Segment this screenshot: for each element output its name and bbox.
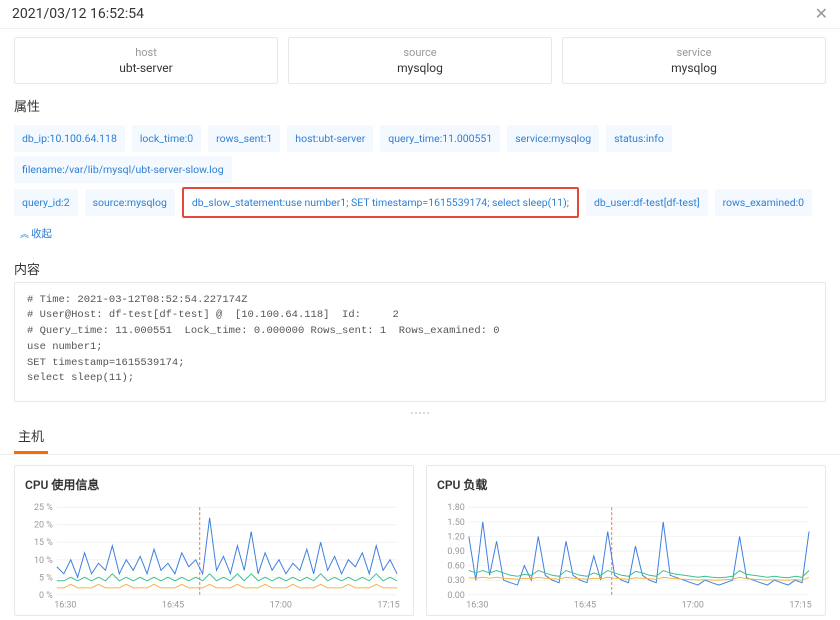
svg-text:0.60: 0.60 — [447, 561, 464, 571]
collapse-toggle[interactable]: ︽收起 — [20, 222, 52, 246]
chart-title: CPU 使用信息 — [25, 476, 403, 493]
page-timestamp: 2021/03/12 16:52:54 — [12, 6, 144, 22]
chart-cpu-usage: CPU 使用信息 0 % 5 % 10 % 15 % 20 % 25 % 16:30 16:4… — [14, 465, 414, 616]
host-label: host — [15, 46, 277, 59]
chart-svg: 0 % 5 % 10 % 15 % 20 % 25 % 16:30 16:45 17:00 17:… — [25, 501, 403, 611]
svg-text:16:45: 16:45 — [162, 600, 184, 610]
tag[interactable]: host:ubt-server — [287, 125, 373, 152]
collapse-label: 收起 — [31, 227, 52, 240]
tab-host[interactable]: 主机 — [14, 420, 48, 454]
svg-text:17:00: 17:00 — [270, 600, 292, 610]
tag[interactable]: db_ip:10.100.64.118 — [14, 125, 125, 152]
svg-text:15 %: 15 % — [34, 538, 53, 548]
tag[interactable]: query_id:2 — [14, 189, 78, 216]
svg-text:16:45: 16:45 — [574, 600, 596, 610]
tag[interactable]: db_user:df-test[df-test] — [586, 189, 708, 216]
resize-handle[interactable] — [405, 412, 435, 416]
tag[interactable]: rows_examined:0 — [715, 189, 812, 216]
svg-text:16:30: 16:30 — [466, 600, 488, 610]
svg-text:1.50: 1.50 — [447, 518, 464, 528]
tag[interactable]: filename:/var/lib/mysql/ubt-server-slow.… — [14, 156, 232, 183]
chevron-up-icon: ︽ — [20, 230, 29, 240]
svg-text:1.80: 1.80 — [447, 503, 464, 513]
svg-text:0.30: 0.30 — [447, 576, 464, 586]
highlighted-tag[interactable]: db_slow_statement:use number1; SET times… — [182, 187, 579, 218]
svg-text:20 %: 20 % — [34, 520, 53, 530]
tag[interactable]: source:mysqlog — [85, 189, 175, 216]
tag[interactable]: lock_time:0 — [132, 125, 201, 152]
tag[interactable]: rows_sent:1 — [208, 125, 280, 152]
svg-text:1.20: 1.20 — [447, 532, 464, 542]
host-value: ubt-server — [15, 61, 277, 75]
svg-text:0 %: 0 % — [39, 590, 53, 600]
service-value: mysqlog — [563, 61, 825, 75]
svg-text:10 %: 10 % — [34, 555, 53, 565]
svg-text:17:00: 17:00 — [682, 600, 704, 610]
summary-host: host ubt-server — [14, 37, 278, 84]
svg-text:25 %: 25 % — [34, 503, 53, 513]
summary-source: source mysqlog — [288, 37, 552, 84]
svg-text:17:15: 17:15 — [377, 600, 399, 610]
tag[interactable]: query_time:11.000551 — [380, 125, 500, 152]
service-label: service — [563, 46, 825, 59]
chart-title: CPU 负载 — [437, 476, 815, 493]
summary-service: service mysqlog — [562, 37, 826, 84]
attributes-title: 属性 — [0, 92, 840, 119]
chart-cpu-load: CPU 负载 0.00 0.30 0.60 0.90 1.20 1.50 1.80 16:30… — [426, 465, 826, 616]
svg-text:16:30: 16:30 — [54, 600, 76, 610]
svg-text:17:15: 17:15 — [789, 600, 811, 610]
attribute-tags: db_ip:10.100.64.118 lock_time:0 rows_sen… — [0, 119, 840, 255]
source-label: source — [289, 46, 551, 59]
svg-text:0.00: 0.00 — [447, 590, 464, 600]
svg-text:5 %: 5 % — [39, 573, 53, 583]
close-icon[interactable]: ✕ — [815, 6, 828, 22]
source-value: mysqlog — [289, 61, 551, 75]
tag[interactable]: status:info — [606, 125, 672, 152]
svg-text:0.90: 0.90 — [447, 547, 464, 557]
log-content: # Time: 2021-03-12T08:52:54.227174Z # Us… — [14, 282, 826, 402]
tag[interactable]: service:mysqlog — [507, 125, 599, 152]
content-title: 内容 — [0, 255, 840, 282]
chart-svg: 0.00 0.30 0.60 0.90 1.20 1.50 1.80 16:30 16:45 17… — [437, 501, 815, 611]
